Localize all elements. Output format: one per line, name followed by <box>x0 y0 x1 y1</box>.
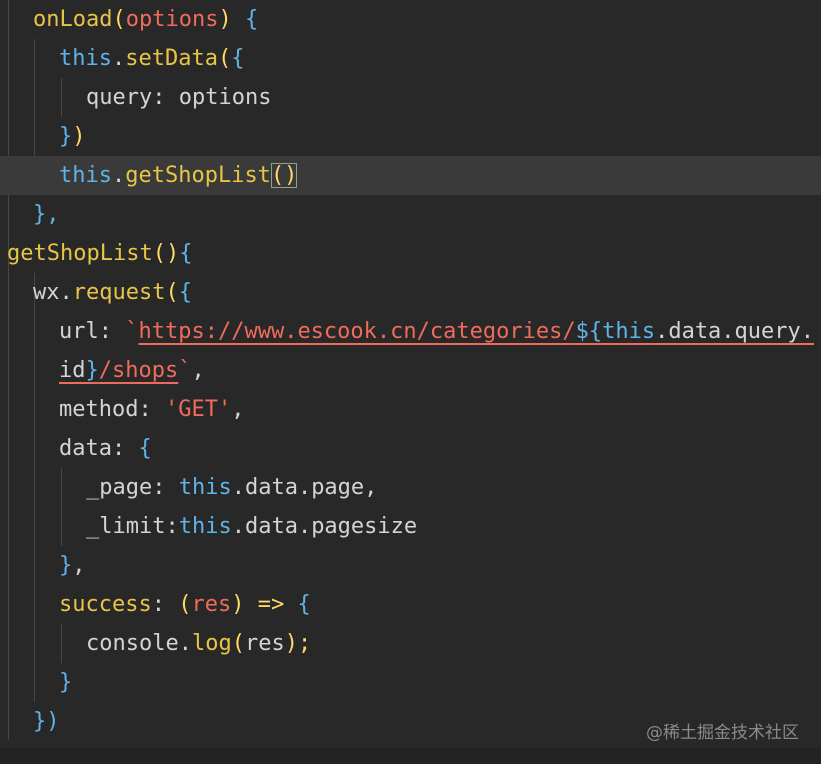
code-token: success <box>59 592 152 617</box>
code-line[interactable]: id}/shops`, <box>0 351 821 390</box>
code-token: : <box>165 514 179 539</box>
code-line[interactable]: this.setData({ <box>0 39 821 78</box>
code-line[interactable]: wx.request({ <box>0 273 821 312</box>
code-token: this <box>59 163 112 188</box>
code-token: url <box>59 319 99 344</box>
url-link[interactable]: https://www.escook.cn/categories/ <box>139 319 576 344</box>
code-token: getShopList <box>125 163 271 188</box>
code-token: () <box>152 241 180 266</box>
code-token: method <box>59 397 139 422</box>
code-token: onLoad <box>33 7 113 32</box>
code-line[interactable]: _page: this.data.page, <box>0 468 821 507</box>
code-token: request <box>72 280 166 305</box>
code-token: } <box>59 553 73 578</box>
code-token: ` <box>125 319 139 344</box>
code-line[interactable]: success: (res) => { <box>0 585 821 624</box>
code-token: } <box>59 670 73 695</box>
code-token: 'GET' <box>164 397 232 422</box>
code-token: { <box>284 592 311 617</box>
code-token: ` <box>178 358 192 383</box>
code-line[interactable]: } <box>0 663 821 702</box>
code-token: { <box>178 280 192 305</box>
code-token: _page <box>86 475 153 500</box>
code-line[interactable]: console.log(res); <box>0 624 821 663</box>
code-token: /shops <box>98 358 179 383</box>
code-token: => <box>257 592 285 617</box>
code-token: , <box>231 397 245 422</box>
bottom-edge <box>0 748 821 764</box>
watermark-text: @稀土掘金技术社区 <box>646 723 799 743</box>
code-token: . <box>59 280 73 305</box>
code-token: getShopList <box>7 241 153 266</box>
code-line[interactable]: _limit:this.data.pagesize <box>0 507 821 546</box>
code-token: : <box>111 436 139 461</box>
code-token: : <box>138 397 165 422</box>
code-token: . <box>111 46 126 71</box>
code-line[interactable]: }) <box>0 117 821 156</box>
code-token: ( <box>112 7 126 32</box>
code-token: }) <box>33 709 60 734</box>
code-line[interactable]: getShopList(){ <box>0 234 821 273</box>
code-line[interactable]: url: `https://www.escook.cn/categories/$… <box>0 312 821 351</box>
code-token: this <box>602 319 656 344</box>
code-token: .data.pagesize <box>231 514 418 539</box>
code-token: options <box>125 7 219 32</box>
code-token: wx <box>33 280 60 305</box>
code-token: ) <box>218 7 245 32</box>
code-line[interactable]: }, <box>0 546 821 585</box>
code-line[interactable]: method: 'GET', <box>0 390 821 429</box>
code-token: ( <box>165 280 179 305</box>
code-token: , <box>364 475 378 500</box>
code-token: , <box>72 553 86 578</box>
code-token: ) <box>72 124 86 149</box>
code-token: { <box>179 241 193 266</box>
code-token: console <box>86 631 179 656</box>
code-token: . <box>111 163 126 188</box>
code-token: res <box>244 631 285 656</box>
code-token: ( <box>231 631 245 656</box>
code-token: ); <box>284 631 312 656</box>
code-token: setData <box>125 46 218 71</box>
code-token: this <box>178 514 232 539</box>
code-line[interactable]: data: { <box>0 429 821 468</box>
code-token: } <box>85 358 99 383</box>
code-token: : <box>152 475 179 500</box>
code-token: { <box>138 436 152 461</box>
code-token: id <box>59 358 86 383</box>
code-token: res <box>191 592 232 617</box>
code-token: .data.query. <box>655 319 815 344</box>
code-line-current[interactable]: this.getShopList() <box>0 156 821 195</box>
code-line[interactable]: onLoad(options) { <box>0 0 821 39</box>
code-token: query <box>86 85 153 110</box>
code-token: this <box>178 475 232 500</box>
code-token: : <box>98 319 126 344</box>
code-token: . <box>178 631 192 656</box>
code-line[interactable]: query: options <box>0 78 821 117</box>
code-token: ${ <box>575 319 603 344</box>
code-token: ( <box>178 592 192 617</box>
code-token: ( <box>217 46 232 71</box>
code-token: { <box>244 7 259 32</box>
code-token: : <box>151 592 179 617</box>
text-cursor-bracket: () <box>270 163 298 188</box>
code-token: ) <box>231 592 258 617</box>
code-line[interactable]: }, <box>0 195 821 234</box>
code-token: } <box>59 124 73 149</box>
code-token: .data.page <box>231 475 365 500</box>
code-token: { <box>231 46 245 71</box>
code-token: , <box>191 358 205 383</box>
code-token: options <box>178 85 272 110</box>
code-token: }, <box>33 202 60 227</box>
code-token: log <box>191 631 232 656</box>
code-editor[interactable]: onLoad(options) { this.setData({ query: … <box>0 0 821 764</box>
code-token: _limit <box>86 514 166 539</box>
code-token: this <box>59 46 112 71</box>
code-token: : <box>152 85 179 110</box>
code-token: data <box>59 436 112 461</box>
